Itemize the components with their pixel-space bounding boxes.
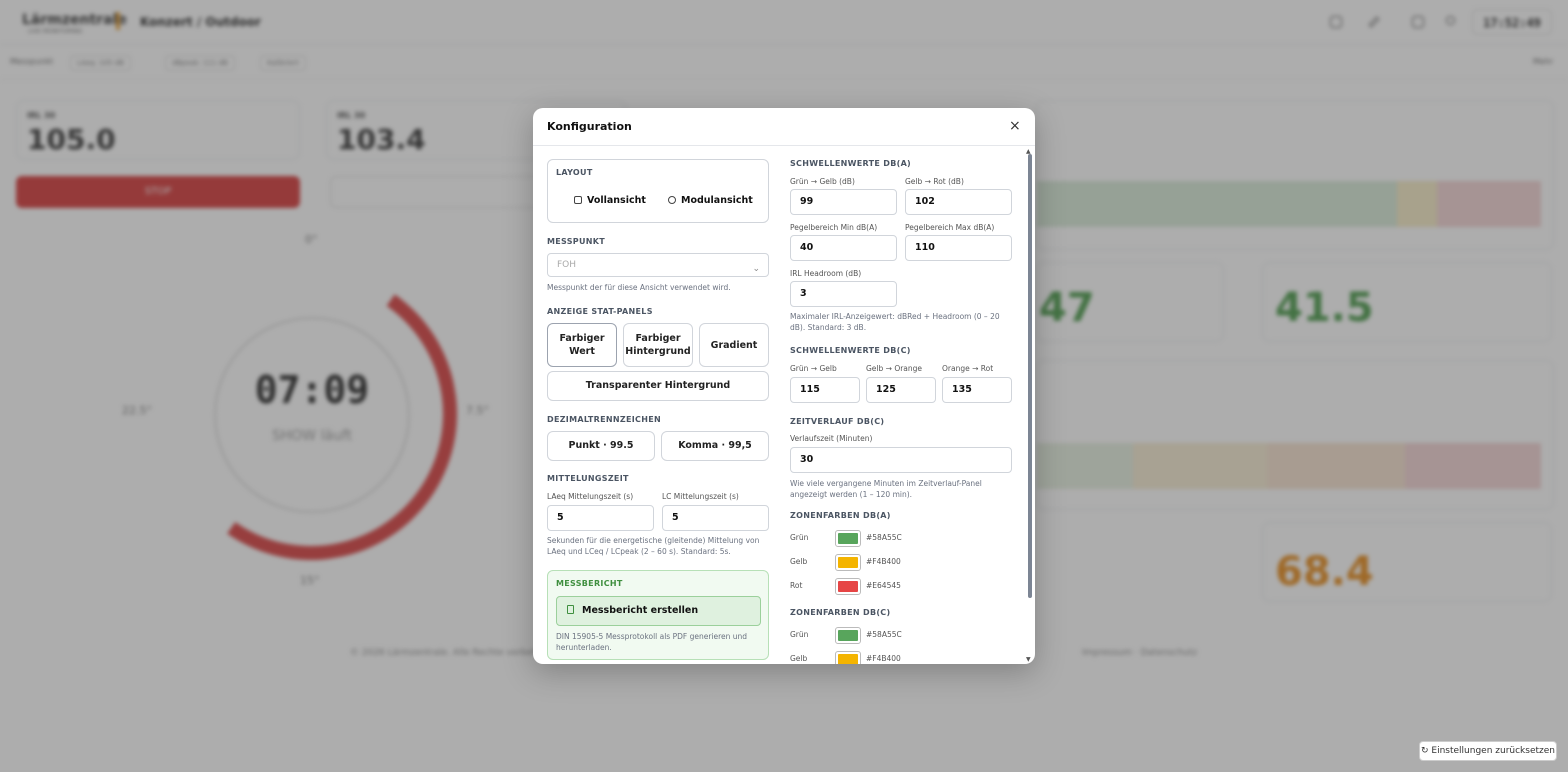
section-heading: Layout [556, 168, 593, 177]
file-icon [567, 605, 574, 614]
colored-value-option[interactable]: Farbiger Wert [547, 323, 617, 367]
reset-settings-label: Einstellungen zurücksetzen [1431, 746, 1555, 756]
irl-hint: Maximaler IRL-Anzeigewert: dBRed + Headr… [790, 312, 1000, 332]
gradient-option[interactable]: Gradient [699, 323, 769, 367]
c-green-yellow-label: Grün → Gelb [790, 364, 837, 373]
modal-title: Konfiguration [547, 120, 632, 133]
messpunkt-select[interactable]: FOH ⌄ [547, 253, 769, 277]
clock-icon [668, 196, 676, 204]
config-modal: Konfiguration × Layout Vollansicht Modul… [533, 108, 1035, 664]
zone-hex: #58A55C [866, 533, 902, 542]
green-yellow-input[interactable]: 99 [790, 189, 897, 215]
c-orange-red-label: Orange → Rot [942, 364, 994, 373]
report-section: Messbericht Messbericht erstellen DIN 15… [547, 570, 769, 660]
range-min-label: Pegelbereich Min dB(A) [790, 223, 878, 232]
zone-label: Gelb [790, 654, 808, 663]
color-swatch-green[interactable] [835, 530, 861, 547]
c-yellow-orange-label: Gelb → Orange [866, 364, 923, 373]
modal-header: Konfiguration × [533, 108, 1035, 146]
decimal-comma-option[interactable]: Komma · 99,5 [661, 431, 769, 461]
zone-label: Grün [790, 533, 809, 542]
timeline-hint: Wie viele vergangene Minuten im Zeitverl… [790, 479, 982, 499]
report-hint: DIN 15905-5 Messprotokoll als PDF generi… [556, 632, 748, 652]
c-orange-red-input[interactable]: 135 [942, 377, 1012, 403]
option-label: Gradient [710, 339, 758, 351]
section-heading: Zonenfarben dB(A) [790, 511, 891, 520]
create-report-label: Messbericht erstellen [582, 605, 699, 616]
scroll-down-icon[interactable]: ▼ [1026, 656, 1031, 663]
lc-averaging-input[interactable]: 5 [662, 505, 769, 531]
color-swatch-green[interactable] [835, 627, 861, 644]
color-swatch-yellow[interactable] [835, 554, 861, 571]
close-icon[interactable]: × [1009, 118, 1021, 134]
zone-hex: #E64545 [866, 581, 901, 590]
green-yellow-label: Grün → Gelb (dB) [790, 177, 855, 186]
section-heading: Schwellenwerte dB(C) [790, 346, 911, 355]
section-heading: Anzeige Stat-Panels [547, 307, 653, 316]
c-green-yellow-input[interactable]: 115 [790, 377, 860, 403]
zone-hex: #58A55C [866, 630, 902, 639]
laeq-averaging-input[interactable]: 5 [547, 505, 654, 531]
full-view-button[interactable]: Vollansicht [574, 192, 646, 210]
zone-label: Gelb [790, 557, 808, 566]
module-view-button[interactable]: Modulansicht [668, 192, 753, 210]
c-yellow-orange-input[interactable]: 125 [866, 377, 936, 403]
transparent-background-option[interactable]: Transparenter Hintergrund [547, 371, 769, 401]
option-label: Hintergrund [625, 346, 691, 357]
timeline-minutes-input[interactable]: 30 [790, 447, 1012, 473]
laeq-averaging-label: LAeq Mittelungszeit (s) [547, 492, 634, 501]
range-max-label: Pegelbereich Max dB(A) [905, 223, 995, 232]
color-swatch-red[interactable] [835, 578, 861, 595]
averaging-hint: Sekunden für die energetische (gleitende… [547, 536, 760, 556]
chevron-down-icon: ⌄ [752, 264, 760, 274]
color-swatch-yellow[interactable] [835, 651, 861, 664]
modal-body: Layout Vollansicht Modulansicht Messpunk… [533, 147, 1035, 664]
irl-headroom-label: IRL Headroom (dB) [790, 269, 862, 278]
lc-averaging-label: LC Mittelungszeit (s) [662, 492, 739, 501]
zone-hex: #F4B400 [866, 654, 901, 663]
zone-hex: #F4B400 [866, 557, 901, 566]
section-heading: Zeitverlauf dB(C) [790, 417, 885, 426]
scrollbar-thumb[interactable] [1028, 154, 1032, 598]
range-max-input[interactable]: 110 [905, 235, 1012, 261]
section-heading: Schwellenwerte dB(A) [790, 159, 912, 168]
yellow-red-label: Gelb → Rot (dB) [905, 177, 964, 186]
timeline-label: Verlaufszeit (Minuten) [790, 434, 873, 443]
section-heading: Messpunkt [547, 237, 606, 246]
section-heading: Zonenfarben dB(C) [790, 608, 891, 617]
section-heading: Mittelungszeit [547, 474, 629, 483]
yellow-red-input[interactable]: 102 [905, 189, 1012, 215]
messpunkt-hint: Messpunkt der für diese Ansicht verwende… [547, 283, 731, 292]
irl-headroom-input[interactable]: 3 [790, 281, 897, 307]
module-view-label: Modulansicht [681, 195, 753, 206]
reset-settings-button[interactable]: ↻ Einstellungen zurücksetzen [1419, 741, 1557, 761]
messpunkt-value: FOH [557, 260, 577, 270]
section-heading: Dezimaltrennzeichen [547, 415, 661, 424]
option-label: Farbiger Wert [559, 333, 605, 357]
full-view-label: Vollansicht [587, 195, 646, 206]
range-min-input[interactable]: 40 [790, 235, 897, 261]
layout-section: Layout Vollansicht Modulansicht [547, 159, 769, 223]
decimal-point-option[interactable]: Punkt · 99.5 [547, 431, 655, 461]
create-report-button[interactable]: Messbericht erstellen [556, 596, 761, 626]
option-label: Farbiger [635, 333, 681, 344]
grid-icon [574, 196, 582, 204]
colored-background-option[interactable]: Farbiger Hintergrund [623, 323, 693, 367]
zone-label: Grün [790, 630, 809, 639]
zone-label: Rot [790, 581, 803, 590]
section-heading: Messbericht [556, 579, 623, 588]
